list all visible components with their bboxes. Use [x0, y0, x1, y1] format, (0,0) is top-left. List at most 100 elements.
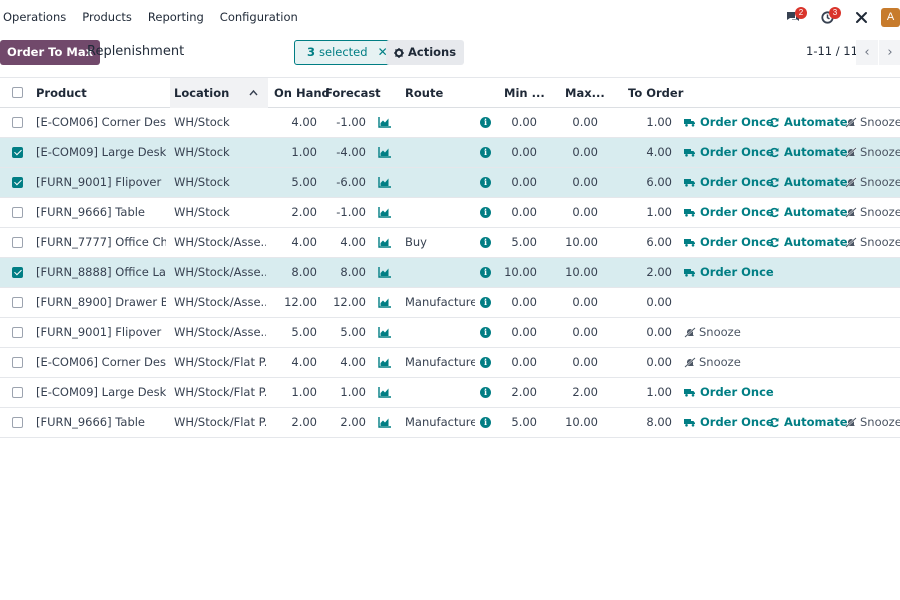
table-row[interactable]: [FURN_8900] Drawer Black WH/Stock/Asse...…	[0, 288, 900, 318]
info-icon[interactable]: i	[480, 267, 491, 278]
forecast-graph-icon[interactable]	[378, 327, 391, 338]
snooze-button[interactable]: Snooze	[684, 318, 741, 347]
snooze-button[interactable]: Snooze	[845, 408, 900, 437]
snooze-button-label: Snooze	[860, 175, 900, 189]
forecast-graph-icon[interactable]	[378, 177, 391, 188]
table-row[interactable]: [E-COM06] Corner Desk ... WH/Stock/Flat P…	[0, 348, 900, 378]
row-checkbox[interactable]	[12, 117, 23, 128]
snooze-button[interactable]: Snooze	[845, 228, 900, 257]
snooze-button[interactable]: Snooze	[845, 168, 900, 197]
row-checkbox[interactable]	[12, 327, 23, 338]
cell-forecast: 12.00	[333, 295, 366, 309]
menu-operations[interactable]: Operations	[0, 0, 74, 34]
order-once-button[interactable]: Order Once	[684, 198, 774, 227]
cell-max: 10.00	[565, 235, 598, 249]
table-row[interactable]: [FURN_7777] Office Chair WH/Stock/Asse...…	[0, 228, 900, 258]
menu-products[interactable]: Products	[74, 0, 140, 34]
column-on-hand[interactable]: On Hand	[274, 78, 330, 108]
info-icon[interactable]: i	[480, 387, 491, 398]
cell-on-hand: 2.00	[291, 205, 317, 219]
table-row[interactable]: [E-COM06] Corner Desk ... WH/Stock 4.00 -1.…	[0, 108, 900, 138]
table-row[interactable]: [FURN_9666] Table WH/Stock 2.00 -1.00 i 0.00 0…	[0, 198, 900, 228]
menu-configuration[interactable]: Configuration	[212, 0, 306, 34]
info-icon[interactable]: i	[480, 207, 491, 218]
row-checkbox[interactable]	[12, 297, 23, 308]
forecast-graph-icon[interactable]	[378, 117, 391, 128]
info-icon[interactable]: i	[480, 327, 491, 338]
row-checkbox[interactable]	[12, 237, 23, 248]
column-to-order[interactable]: To Order	[628, 78, 683, 108]
forecast-graph-icon[interactable]	[378, 147, 391, 158]
info-icon[interactable]: i	[480, 297, 491, 308]
info-icon[interactable]: i	[480, 417, 491, 428]
column-route[interactable]: Route	[405, 78, 443, 108]
select-all-checkbox[interactable]	[12, 87, 23, 98]
row-checkbox[interactable]	[12, 387, 23, 398]
actions-button[interactable]: Actions	[386, 40, 465, 65]
table-row[interactable]: [FURN_9001] Flipover WH/Stock 5.00 -6.00 i 0.…	[0, 168, 900, 198]
order-once-button-label: Order Once	[700, 115, 774, 129]
forecast-graph-icon[interactable]	[378, 207, 391, 218]
automate-button[interactable]: Automate	[769, 408, 848, 437]
order-once-button-label: Order Once	[700, 415, 774, 429]
info-icon[interactable]: i	[480, 147, 491, 158]
info-icon[interactable]: i	[480, 177, 491, 188]
automate-button[interactable]: Automate	[769, 198, 848, 227]
table-row[interactable]: [FURN_9666] Table WH/Stock/Flat P... 2.00 2…	[0, 408, 900, 438]
menu-reporting[interactable]: Reporting	[140, 0, 212, 34]
row-checkbox[interactable]	[12, 177, 23, 188]
messages-button[interactable]: 2	[776, 0, 810, 34]
column-product[interactable]: Product	[36, 78, 87, 108]
automate-button-icon-wrap	[769, 117, 780, 128]
table-row[interactable]: [E-COM09] Large Desk WH/Stock/Flat P... 1.…	[0, 378, 900, 408]
pager-next-button[interactable]: ›	[879, 40, 900, 65]
order-once-button[interactable]: Order Once	[684, 108, 774, 137]
automate-button[interactable]: Automate	[769, 168, 848, 197]
order-once-button[interactable]: Order Once	[684, 138, 774, 167]
activities-button[interactable]: 3	[810, 0, 844, 34]
forecast-graph-icon[interactable]	[378, 267, 391, 278]
row-checkbox[interactable]	[12, 147, 23, 158]
column-location[interactable]: Location	[170, 78, 268, 108]
snooze-button[interactable]: Snooze	[845, 138, 900, 167]
pager-previous-button[interactable]: ‹	[856, 40, 878, 65]
order-once-button[interactable]: Order Once	[684, 228, 774, 257]
order-once-button[interactable]: Order Once	[684, 258, 774, 287]
cell-on-hand: 1.00	[291, 385, 317, 399]
table-row[interactable]: [FURN_8888] Office Lamp WH/Stock/Asse... 8…	[0, 258, 900, 288]
order-once-button[interactable]: Order Once	[684, 408, 774, 437]
order-to-max-button[interactable]: Order To Max	[0, 40, 100, 65]
order-once-button[interactable]: Order Once	[684, 168, 774, 197]
table-row[interactable]: [E-COM09] Large Desk WH/Stock 1.00 -4.00 i 0.…	[0, 138, 900, 168]
automate-button[interactable]: Automate	[769, 138, 848, 167]
column-max[interactable]: Max...	[565, 78, 605, 108]
forecast-graph-icon[interactable]	[378, 357, 391, 368]
info-icon[interactable]: i	[480, 117, 491, 128]
forecast-graph-icon[interactable]	[378, 387, 391, 398]
automate-button[interactable]: Automate	[769, 108, 848, 137]
order-once-button[interactable]: Order Once	[684, 378, 774, 407]
table-row[interactable]: [FURN_9001] Flipover WH/Stock/Asse... 5.00…	[0, 318, 900, 348]
info-icon[interactable]: i	[480, 357, 491, 368]
gear-icon	[394, 47, 404, 58]
row-checkbox[interactable]	[12, 267, 23, 278]
pager-value[interactable]: 1-11 / 11	[806, 44, 858, 58]
snooze-button[interactable]: Snooze	[684, 348, 741, 377]
order-once-button-icon-wrap	[684, 268, 696, 277]
user-avatar[interactable]: A	[881, 7, 900, 27]
forecast-graph-icon[interactable]	[378, 417, 391, 428]
row-checkbox[interactable]	[12, 207, 23, 218]
column-forecast[interactable]: Forecast	[325, 78, 381, 108]
cell-product: [E-COM09] Large Desk	[36, 145, 166, 159]
row-checkbox[interactable]	[12, 417, 23, 428]
column-min[interactable]: Min ...	[504, 78, 545, 108]
forecast-graph-icon[interactable]	[378, 297, 391, 308]
snooze-button[interactable]: Snooze	[845, 198, 900, 227]
debug-tools-button[interactable]	[844, 0, 878, 34]
cell-route: Manufacture	[405, 415, 475, 429]
info-icon[interactable]: i	[480, 237, 491, 248]
forecast-graph-icon[interactable]	[378, 237, 391, 248]
automate-button[interactable]: Automate	[769, 228, 848, 257]
row-checkbox[interactable]	[12, 357, 23, 368]
snooze-button[interactable]: Snooze	[845, 108, 900, 137]
